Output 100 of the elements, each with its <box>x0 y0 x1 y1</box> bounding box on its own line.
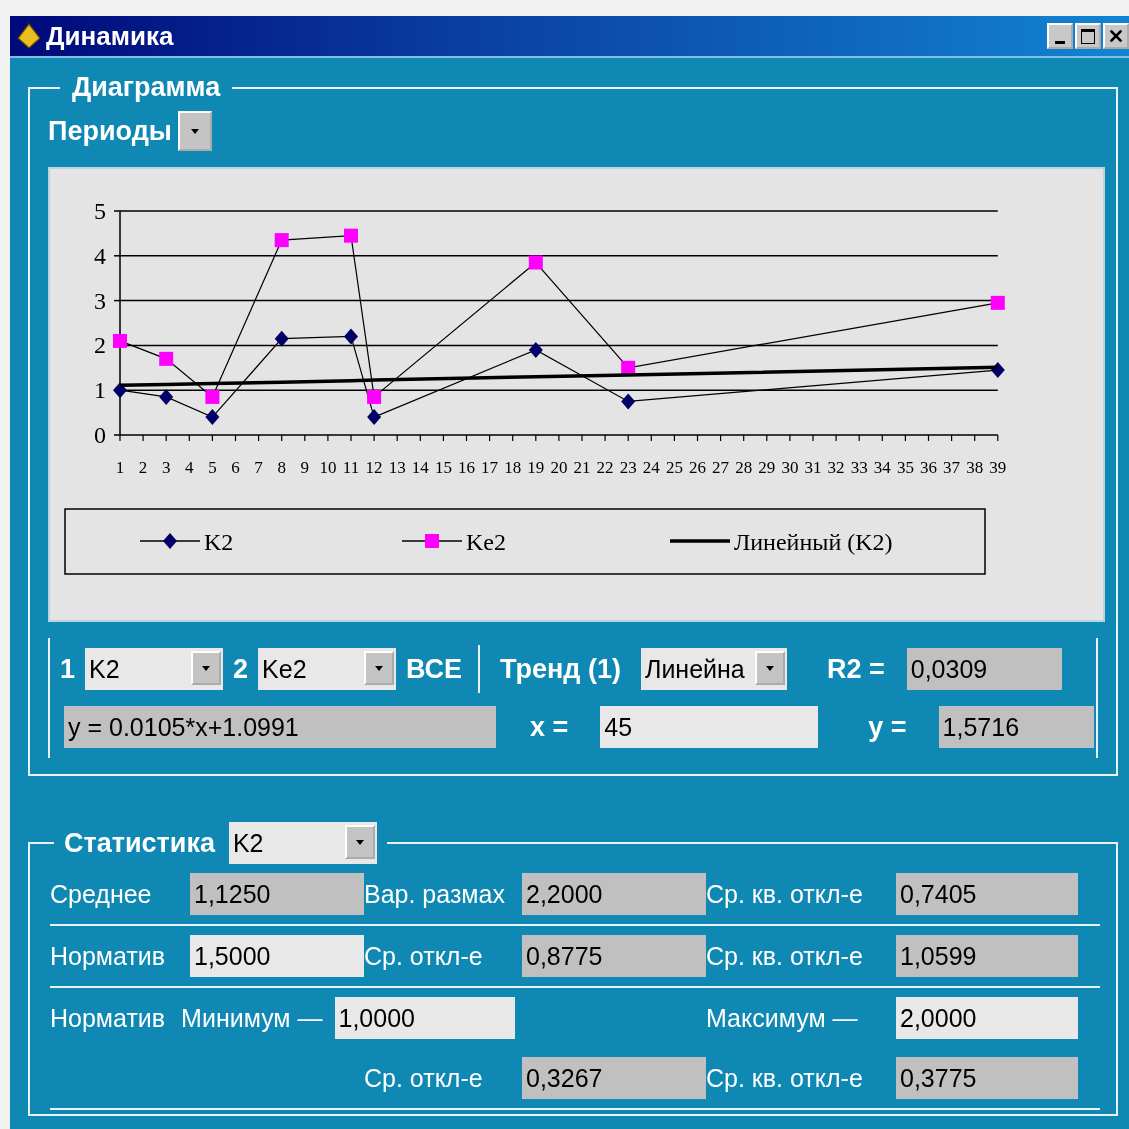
x-tick-label: 4 <box>185 458 194 477</box>
x-tick-label: 39 <box>989 458 1007 477</box>
x-tick-label: 6 <box>231 458 240 477</box>
close-button[interactable] <box>1103 23 1129 49</box>
equation-field[interactable]: y = 0.0105*x+1.0991 <box>64 706 496 748</box>
x-label: x = <box>530 711 569 743</box>
legend-swatch <box>139 533 201 549</box>
x-tick-label: 9 <box>300 458 310 477</box>
x-tick-label: 16 <box>458 458 475 477</box>
stat-field[interactable]: 0,3267 <box>522 1057 706 1099</box>
stat-field[interactable]: 1,0599 <box>896 935 1078 977</box>
legend-label: Ke2 <box>466 529 506 555</box>
caret-icon <box>190 128 199 134</box>
caret-icon <box>765 665 774 671</box>
legend-label: K2 <box>204 529 234 555</box>
stat-field[interactable]: 2,0000 <box>896 997 1078 1039</box>
dropdown-arrow-button[interactable] <box>754 651 785 685</box>
stat-label: Максимум — <box>706 1003 859 1033</box>
y-tick-label: 2 <box>94 332 106 359</box>
series-dropdown[interactable]: Ke2 <box>258 648 397 690</box>
stat-field[interactable]: 1,0000 <box>334 997 515 1039</box>
series-dropdown[interactable]: K2 <box>228 822 377 864</box>
x-tick-label: 37 <box>943 458 961 477</box>
x-tick-label: 12 <box>365 458 383 477</box>
stat-label: Ср. кв. откл-е <box>706 941 864 971</box>
x-tick-label: 5 <box>208 458 217 477</box>
caret-icon <box>355 839 364 845</box>
legend-label: Линейный (K2) <box>734 529 893 555</box>
trend-type-dropdown[interactable]: Линейна <box>640 648 787 690</box>
app-icon <box>16 23 42 49</box>
x-tick-label: 32 <box>827 458 845 477</box>
x-tick-label: 25 <box>665 458 683 477</box>
stat-field[interactable]: 0,3775 <box>896 1057 1078 1099</box>
stat-field[interactable]: 0,7405 <box>896 873 1078 915</box>
stat-label: Норматив <box>50 941 167 971</box>
x-tick-label: 23 <box>619 458 637 477</box>
x-tick-label: 18 <box>504 458 522 477</box>
close-icon <box>1108 28 1124 44</box>
stat-field[interactable]: 2,2000 <box>522 873 706 915</box>
stat-label: Ср. откл-е <box>364 1063 484 1093</box>
y-label: y = <box>868 711 907 743</box>
y-tick-label: 4 <box>94 242 106 269</box>
periods-dropdown-button[interactable] <box>177 111 212 151</box>
x-tick-label: 26 <box>689 458 706 477</box>
stat-label: Ср. кв. откл-е <box>706 879 864 909</box>
x-tick-label: 17 <box>481 458 499 477</box>
x-tick-label: 27 <box>712 458 730 477</box>
x-input-field[interactable]: 45 <box>600 706 819 748</box>
minimize-button[interactable] <box>1047 23 1073 49</box>
x-tick-label: 1 <box>115 458 125 477</box>
window-title: Динамика <box>46 20 174 52</box>
x-tick-label: 38 <box>966 458 984 477</box>
legend-swatch <box>401 534 463 548</box>
series-number: 1 <box>60 653 76 685</box>
x-tick-label: 24 <box>642 458 660 477</box>
group-title: Статистика <box>64 827 215 859</box>
dropdown-arrow-button[interactable] <box>344 825 375 859</box>
trend-label: Тренд (1) <box>500 653 621 685</box>
periods-label: Периоды <box>48 115 172 147</box>
group-title: Диаграмма <box>72 72 221 102</box>
x-tick-label: 13 <box>388 458 406 477</box>
stat-label: Ср. откл-е <box>364 941 484 971</box>
stat-field[interactable]: 1,1250 <box>190 873 364 915</box>
x-tick-label: 20 <box>550 458 568 477</box>
x-tick-label: 31 <box>804 458 822 477</box>
x-tick-label: 14 <box>411 458 429 477</box>
x-tick-label: 29 <box>758 458 776 477</box>
x-tick-label: 21 <box>573 458 591 477</box>
series-number: 2 <box>233 653 249 685</box>
x-tick-label: 8 <box>277 458 286 477</box>
x-tick-label: 35 <box>896 458 914 477</box>
stat-field[interactable]: 0,8775 <box>522 935 706 977</box>
y-tick-label: 3 <box>94 287 106 314</box>
stat-label: Норматив <box>50 1003 166 1033</box>
x-tick-label: 10 <box>319 458 337 477</box>
dropdown-arrow-button[interactable] <box>191 651 222 685</box>
x-tick-label: 2 <box>138 458 148 477</box>
caret-icon <box>375 665 384 671</box>
dropdown-arrow-button[interactable] <box>364 651 395 685</box>
x-tick-label: 15 <box>434 458 452 477</box>
y-tick-label: 1 <box>94 377 106 404</box>
stat-label: Среднее <box>50 879 153 909</box>
x-tick-label: 22 <box>596 458 614 477</box>
stat-label: Минимум — <box>181 1003 323 1033</box>
stat-field[interactable]: 1,5000 <box>190 935 364 977</box>
all-label: ВСЕ <box>406 653 463 685</box>
y-field[interactable]: 1,5716 <box>938 706 1094 748</box>
stat-label: Вар. размах <box>364 879 506 909</box>
minimize-icon <box>1055 40 1065 44</box>
x-tick-label: 28 <box>735 458 753 477</box>
maximize-button[interactable] <box>1075 23 1101 49</box>
r2-field[interactable]: 0,0309 <box>906 648 1062 690</box>
x-tick-label: 34 <box>873 458 891 477</box>
x-tick-label: 36 <box>920 458 937 477</box>
x-tick-label: 19 <box>527 458 545 477</box>
x-tick-label: 3 <box>161 458 171 477</box>
x-tick-label: 11 <box>342 458 360 477</box>
series-dropdown[interactable]: K2 <box>85 648 224 690</box>
y-tick-label: 0 <box>94 422 106 448</box>
x-tick-label: 30 <box>781 458 799 477</box>
